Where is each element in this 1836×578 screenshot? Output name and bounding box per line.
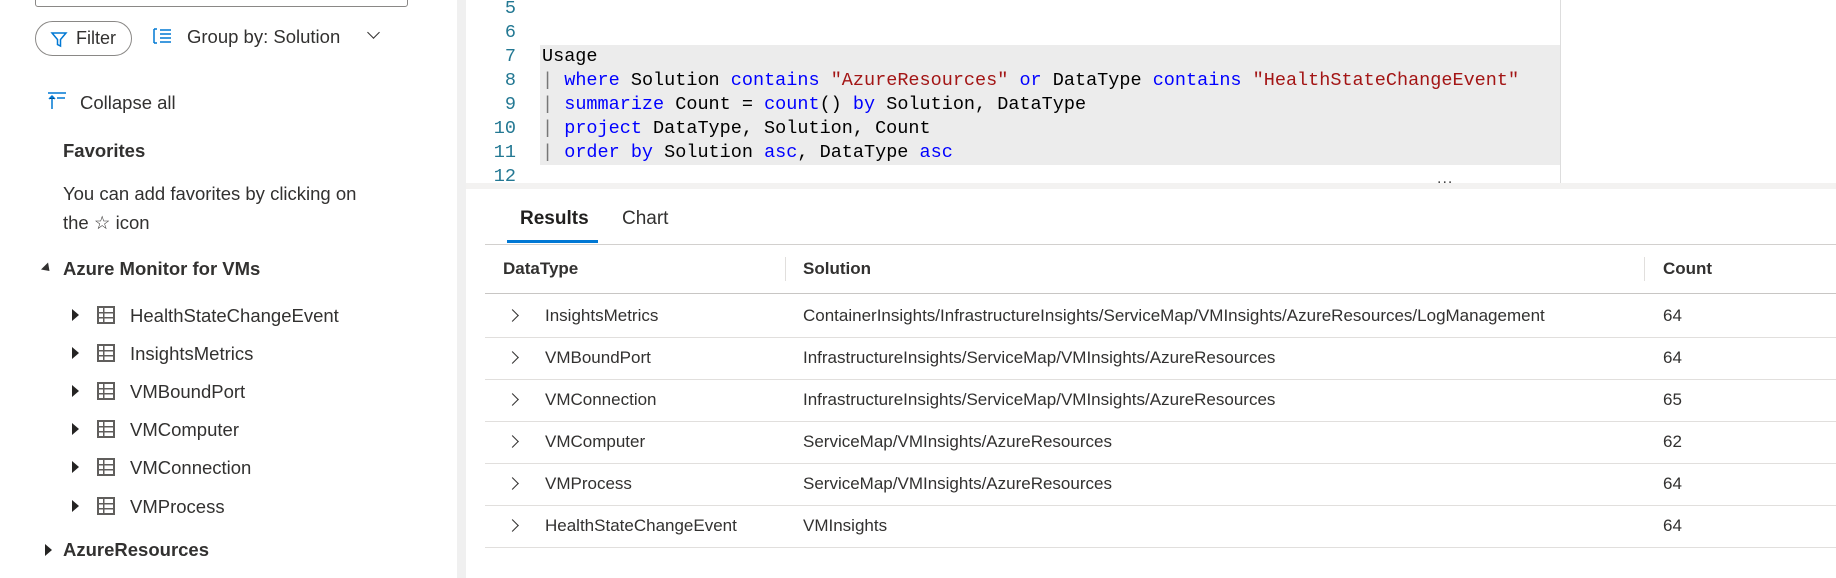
filter-button[interactable]: Filter: [35, 21, 132, 56]
chevron-right-icon[interactable]: [506, 393, 519, 406]
table-item-vmprocess[interactable]: VMProcess: [130, 496, 225, 518]
chevron-right-icon[interactable]: [506, 519, 519, 532]
cell-solution: InfrastructureInsights/ServiceMap/VMInsi…: [803, 390, 1276, 409]
cell-solution: ContainerInsights/InfrastructureInsights…: [803, 306, 1545, 325]
cell-count: 62: [1663, 432, 1682, 451]
table-icon: [97, 497, 115, 515]
expand-triangle-icon[interactable]: [72, 423, 79, 435]
favorites-hint: You can add favorites by clicking on: [63, 183, 357, 204]
cell-datatype: VMBoundPort: [545, 348, 651, 367]
column-header-solution[interactable]: Solution: [803, 259, 871, 279]
line-number: 11: [493, 142, 516, 163]
code-line-11: | order by Solution asc, DataType asc: [542, 142, 953, 163]
expand-triangle-icon[interactable]: [72, 347, 79, 359]
line-number: 9: [504, 94, 516, 115]
code-line-8: | where Solution contains "AzureResource…: [542, 70, 1520, 91]
expand-triangle-icon[interactable]: [72, 309, 79, 321]
chevron-right-icon[interactable]: [506, 435, 519, 448]
collapse-all-button[interactable]: Collapse all: [80, 92, 176, 114]
expand-triangle-icon[interactable]: [72, 385, 79, 397]
chevron-right-icon[interactable]: [506, 309, 519, 322]
tab-results[interactable]: Results: [520, 208, 589, 230]
favorites-heading: Favorites: [63, 140, 146, 161]
table-item-vmcomputer[interactable]: VMComputer: [130, 419, 239, 441]
collapsed-triangle-icon[interactable]: [45, 544, 52, 556]
table-icon: [97, 420, 115, 438]
table-item-vmboundport[interactable]: VMBoundPort: [130, 381, 245, 403]
expand-triangle-icon[interactable]: [72, 461, 79, 473]
favorites-hint-line2: the ☆ icon: [63, 212, 150, 233]
table-icon: [97, 458, 115, 476]
splitter-handle[interactable]: ...: [1437, 170, 1453, 188]
cell-count: 64: [1663, 348, 1682, 367]
cell-datatype: HealthStateChangeEvent: [545, 516, 737, 535]
chevron-down-icon[interactable]: [367, 26, 380, 39]
expanded-triangle-icon[interactable]: [40, 262, 54, 275]
line-number: 8: [504, 70, 516, 91]
sidebar-splitter[interactable]: [457, 0, 466, 578]
chevron-right-icon[interactable]: [506, 351, 519, 364]
group-azure-monitor-for-vms[interactable]: Azure Monitor for VMs: [63, 258, 260, 280]
column-header-datatype[interactable]: DataType: [503, 259, 578, 279]
cell-solution: InfrastructureInsights/ServiceMap/VMInsi…: [803, 348, 1276, 367]
line-number: 10: [493, 118, 516, 139]
cell-datatype: VMConnection: [545, 390, 657, 409]
line-number: 5: [504, 0, 516, 19]
sidebar: Filter Group by: Solution Collapse all F…: [0, 0, 457, 578]
table-item-healthstatechangeevent[interactable]: HealthStateChangeEvent: [130, 305, 339, 327]
line-number: 7: [504, 46, 516, 67]
cell-solution: ServiceMap/VMInsights/AzureResources: [803, 432, 1112, 451]
cell-count: 64: [1663, 474, 1682, 493]
code-line-9: | summarize Count = count() by Solution,…: [542, 94, 1087, 115]
editor-results-splitter[interactable]: [466, 183, 1836, 189]
cell-datatype: VMComputer: [545, 432, 646, 451]
chevron-right-icon[interactable]: [506, 477, 519, 490]
code-line-7: Usage: [542, 46, 598, 67]
active-tab-indicator: [507, 240, 598, 243]
line-number: 6: [504, 22, 516, 43]
group-by-dropdown[interactable]: Group by: Solution: [187, 26, 340, 48]
column-header-count[interactable]: Count: [1663, 259, 1712, 279]
search-input[interactable]: [35, 0, 408, 7]
filter-icon: [50, 31, 68, 47]
filter-label: Filter: [76, 28, 116, 48]
code-line-10: | project DataType, Solution, Count: [542, 118, 931, 139]
cell-count: 64: [1663, 516, 1682, 535]
cell-datatype: VMProcess: [545, 474, 632, 493]
table-icon: [97, 344, 115, 362]
cell-solution: ServiceMap/VMInsights/AzureResources: [803, 474, 1112, 493]
table-item-insightsmetrics[interactable]: InsightsMetrics: [130, 343, 253, 365]
cell-solution: VMInsights: [803, 516, 888, 535]
collapse-all-icon: [48, 92, 66, 109]
star-icon: ☆: [93, 212, 111, 233]
table-icon: [97, 382, 115, 400]
table-item-vmconnection[interactable]: VMConnection: [130, 457, 251, 479]
group-by-icon: [153, 28, 171, 44]
table-icon: [97, 306, 115, 324]
cell-count: 65: [1663, 390, 1682, 409]
group-azureresources[interactable]: AzureResources: [63, 539, 209, 561]
expand-triangle-icon[interactable]: [72, 500, 79, 512]
tab-chart[interactable]: Chart: [622, 208, 668, 230]
cell-count: 64: [1663, 306, 1682, 325]
cell-datatype: InsightsMetrics: [545, 306, 659, 325]
line-number: 12: [493, 166, 516, 183]
